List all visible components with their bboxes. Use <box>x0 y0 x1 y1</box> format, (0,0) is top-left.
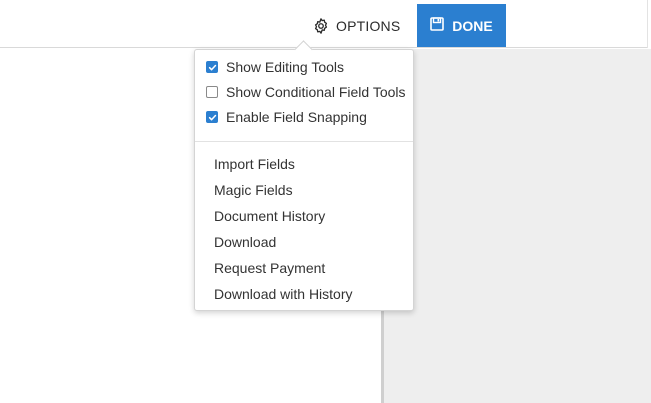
option-label: Show Editing Tools <box>226 59 345 75</box>
options-label: OPTIONS <box>336 18 401 34</box>
checkmark-icon <box>208 64 216 70</box>
show-conditional-field-tools-option[interactable]: Show Conditional Field Tools <box>206 82 406 102</box>
options-dropdown-menu: Show Editing Tools Show Conditional Fiel… <box>194 40 414 311</box>
checkbox-checked[interactable] <box>206 111 218 123</box>
done-label: DONE <box>452 17 493 34</box>
checkbox-checked[interactable] <box>206 61 218 73</box>
option-label: Show Conditional Field Tools <box>226 84 406 100</box>
floppy-disk-icon <box>430 17 445 34</box>
magic-fields-item[interactable]: Magic Fields <box>214 180 293 200</box>
menu-divider <box>195 141 413 142</box>
checkmark-icon <box>208 114 216 120</box>
import-fields-item[interactable]: Import Fields <box>214 154 295 174</box>
gear-icon <box>312 17 330 35</box>
checkbox-unchecked[interactable] <box>206 86 218 98</box>
option-label: Enable Field Snapping <box>226 109 367 125</box>
toolbar-edge <box>647 0 651 48</box>
download-with-history-item[interactable]: Download with History <box>214 284 353 304</box>
done-button[interactable]: DONE <box>417 4 506 47</box>
enable-field-snapping-option[interactable]: Enable Field Snapping <box>206 107 367 127</box>
show-editing-tools-option[interactable]: Show Editing Tools <box>206 57 344 77</box>
editor-window: OPTIONS DONE Show Editing Tools Show Con… <box>0 0 651 403</box>
top-toolbar: OPTIONS DONE <box>0 0 651 48</box>
options-button[interactable]: OPTIONS <box>312 12 400 40</box>
document-history-item[interactable]: Document History <box>214 206 325 226</box>
side-panel <box>384 49 651 403</box>
request-payment-item[interactable]: Request Payment <box>214 258 325 278</box>
download-item[interactable]: Download <box>214 232 276 252</box>
